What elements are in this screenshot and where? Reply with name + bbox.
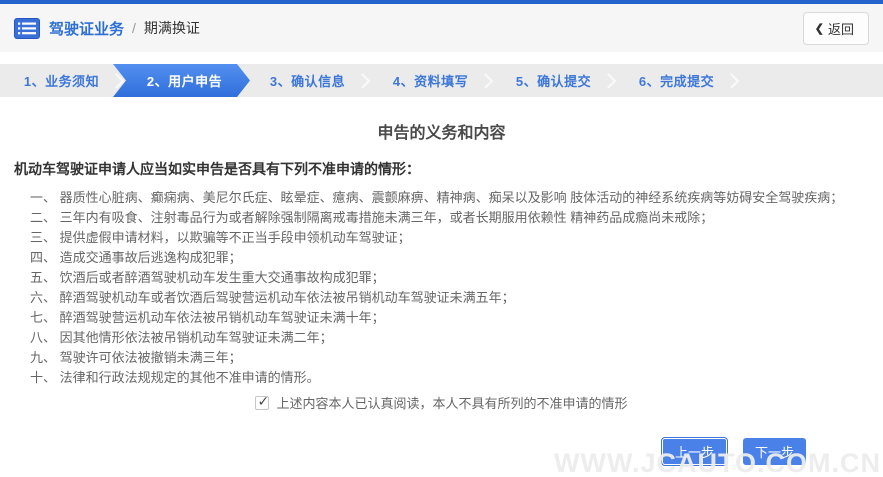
back-button[interactable]: ❮ 返回 xyxy=(802,11,869,45)
back-button-label: 返回 xyxy=(827,21,854,37)
declaration-item: 八、 因其他情形依法被吊销机动车驾驶证未满二年； xyxy=(30,330,333,345)
breadcrumb-page-title: 期满换证 xyxy=(143,20,200,36)
page-title: 申告的义务和内容 xyxy=(377,125,506,142)
step-label: 4、资料填写 xyxy=(392,74,469,89)
agreement-checkbox[interactable]: ✓ xyxy=(255,392,270,410)
step-2[interactable]: 2、用户申告 xyxy=(123,64,246,97)
step-label: 6、完成提交 xyxy=(638,74,715,89)
declaration-list: 一、 器质性心脏病、癫痫病、美尼尔氏症、眩晕症、癔病、震颤麻痹、精神病、痴呆以及… xyxy=(14,188,869,388)
back-chevron-icon: ❮ xyxy=(814,22,824,35)
declaration-item: 五、 饮酒后或者醉酒驾驶机动车发生重大交通事故构成犯罪； xyxy=(30,270,385,285)
declaration-item: 三、 提供虚假申请材料，以欺骗等不正当手段申领机动车驾驶证； xyxy=(30,230,411,245)
steps-bar: 1、业务须知 2、用户申告 3、确认信息 4、资料填写 5、确认提交 6、完成提交 xyxy=(0,64,883,97)
step-5[interactable]: 5、确认提交 xyxy=(492,64,615,97)
declaration-item: 九、 驾驶许可依法被撤销未满三年； xyxy=(30,350,242,365)
declaration-item: 二、 三年内有吸食、注射毒品行为或者解除强制隔离戒毒措施未满三年，或者长期服用依… xyxy=(30,210,714,225)
wizard-buttons: 上一步 下一步 xyxy=(14,438,869,465)
step-label: 5、确认提交 xyxy=(515,74,592,89)
previous-step-button[interactable]: 上一步 xyxy=(661,438,727,465)
step-label: 3、确认信息 xyxy=(269,74,346,89)
step-label: 1、业务须知 xyxy=(23,74,100,89)
declaration-item: 四、 造成交通事故后逃逸构成犯罪； xyxy=(30,250,242,265)
breadcrumb-separator: / xyxy=(132,20,136,36)
declaration-item: 六、 醉酒驾驶机动车或者饮酒后驾驶营运机动车依法被吊销机动车驾驶证未满五年； xyxy=(30,290,515,305)
next-step-button[interactable]: 下一步 xyxy=(742,438,806,465)
declaration-item: 七、 醉酒驾驶营运机动车依法被吊销机动车驾驶证未满十年； xyxy=(30,310,385,325)
step-6[interactable]: 6、完成提交 xyxy=(615,64,738,97)
header-bar: 驾驶证业务 / 期满换证 ❮ 返回 xyxy=(0,4,883,52)
checkmark-icon: ✓ xyxy=(257,392,270,409)
step-1[interactable]: 1、业务须知 xyxy=(0,64,123,97)
license-list-icon xyxy=(14,17,40,39)
license-renewal-page: 驾驶证业务 / 期满换证 ❮ 返回 1、业务须知 2、用户申告 3、确认信息 4、资料… xyxy=(0,0,883,477)
main-content: 申告的义务和内容 机动车驾驶证申请人应当如实申告是否具有下列不准申请的情形： 一… xyxy=(0,119,883,465)
declaration-item: 十、 法律和行政法规规定的其他不准申请的情形。 xyxy=(30,370,320,385)
declaration-intro: 机动车驾驶证申请人应当如实申告是否具有下列不准申请的情形： xyxy=(14,161,420,177)
declaration-item: 一、 器质性心脏病、癫痫病、美尼尔氏症、眩晕症、癔病、震颤麻痹、精神病、痴呆以及… xyxy=(30,190,844,205)
step-3[interactable]: 3、确认信息 xyxy=(246,64,369,97)
agreement-row: ✓ 上述内容本人已认真阅读，本人不具有所列的不准申请的情形 xyxy=(14,393,869,412)
breadcrumb-app-title: 驾驶证业务 xyxy=(49,20,125,38)
agreement-label: 上述内容本人已认真阅读，本人不具有所列的不准申请的情形 xyxy=(276,396,628,411)
step-label: 2、用户申告 xyxy=(146,74,223,89)
step-4[interactable]: 4、资料填写 xyxy=(369,64,492,97)
